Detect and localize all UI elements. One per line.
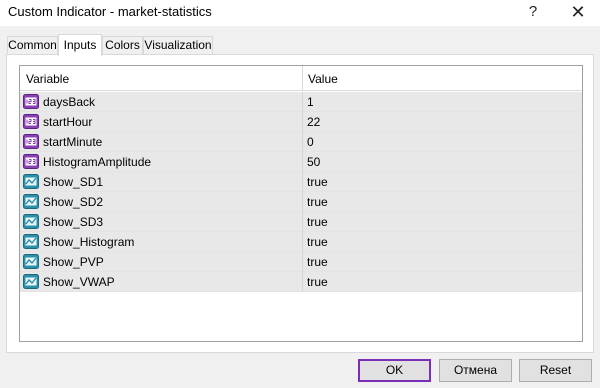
variable-value[interactable]: 22 [307,115,320,129]
column-header-variable[interactable]: Variable [26,72,69,86]
variable-name: Show_Histogram [43,235,135,249]
close-button[interactable]: ✕ [567,2,589,22]
help-button[interactable]: ? [523,2,543,22]
cell-divider [302,212,303,232]
cell-divider [302,92,303,112]
variable-value[interactable]: true [307,175,328,189]
table-row[interactable]: Show_PVP true [20,252,582,272]
cell-divider [302,272,303,292]
variable-value[interactable]: true [307,275,328,289]
boolean-icon [23,214,39,229]
variable-value[interactable]: 50 [307,155,320,169]
integer-icon [23,134,39,149]
title-bar: Custom Indicator - market-statistics ? ✕ [0,0,600,26]
column-header-value[interactable]: Value [308,72,338,86]
variable-name: Show_SD1 [43,175,104,189]
reset-button[interactable]: Reset [519,359,592,382]
window-title: Custom Indicator - market-statistics [8,4,212,19]
inputs-panel: Variable Value daysBack 1 startHour 22 start… [6,54,594,353]
table-row[interactable]: Show_SD3 true [20,212,582,232]
integer-icon [23,154,39,169]
cell-divider [302,112,303,132]
table-row[interactable]: daysBack 1 [20,92,582,112]
cell-divider [302,152,303,172]
table-row[interactable]: HistogramAmplitude 50 [20,152,582,172]
table-row[interactable]: Show_VWAP true [20,272,582,292]
variable-value[interactable]: true [307,215,328,229]
variable-name: Show_SD2 [43,195,104,209]
table-header: Variable Value [20,66,582,91]
variable-name: HistogramAmplitude [43,155,152,169]
cell-divider [302,132,303,152]
boolean-icon [23,234,39,249]
table-row[interactable]: Show_SD2 true [20,192,582,212]
variable-value[interactable]: true [307,255,328,269]
table-row[interactable]: startHour 22 [20,112,582,132]
tab-visualization[interactable]: Visualization [143,36,213,55]
variable-name: startMinute [43,135,103,149]
integer-icon [23,114,39,129]
boolean-icon [23,194,39,209]
boolean-icon [23,174,39,189]
inputs-table: Variable Value daysBack 1 startHour 22 start… [19,65,583,342]
cancel-button[interactable]: Отмена [439,359,512,382]
cell-divider [302,192,303,212]
variable-value[interactable]: true [307,235,328,249]
boolean-icon [23,274,39,289]
tab-colors[interactable]: Colors [102,36,143,55]
column-divider[interactable] [302,66,303,91]
boolean-icon [23,254,39,269]
tab-common[interactable]: Common [7,36,58,55]
variable-value[interactable]: 0 [307,135,314,149]
variable-value[interactable]: 1 [307,95,314,109]
integer-icon [23,94,39,109]
table-row[interactable]: startMinute 0 [20,132,582,152]
variable-name: Show_PVP [43,255,104,269]
variable-value[interactable]: true [307,195,328,209]
cell-divider [302,232,303,252]
variable-name: daysBack [43,95,96,109]
table-row[interactable]: Show_SD1 true [20,172,582,192]
variable-name: Show_VWAP [43,275,115,289]
cell-divider [302,252,303,272]
tab-inputs[interactable]: Inputs [58,34,102,56]
table-row[interactable]: Show_Histogram true [20,232,582,252]
variable-name: startHour [43,115,93,129]
ok-button[interactable]: OK [358,359,431,382]
cell-divider [302,172,303,192]
variable-name: Show_SD3 [43,215,104,229]
